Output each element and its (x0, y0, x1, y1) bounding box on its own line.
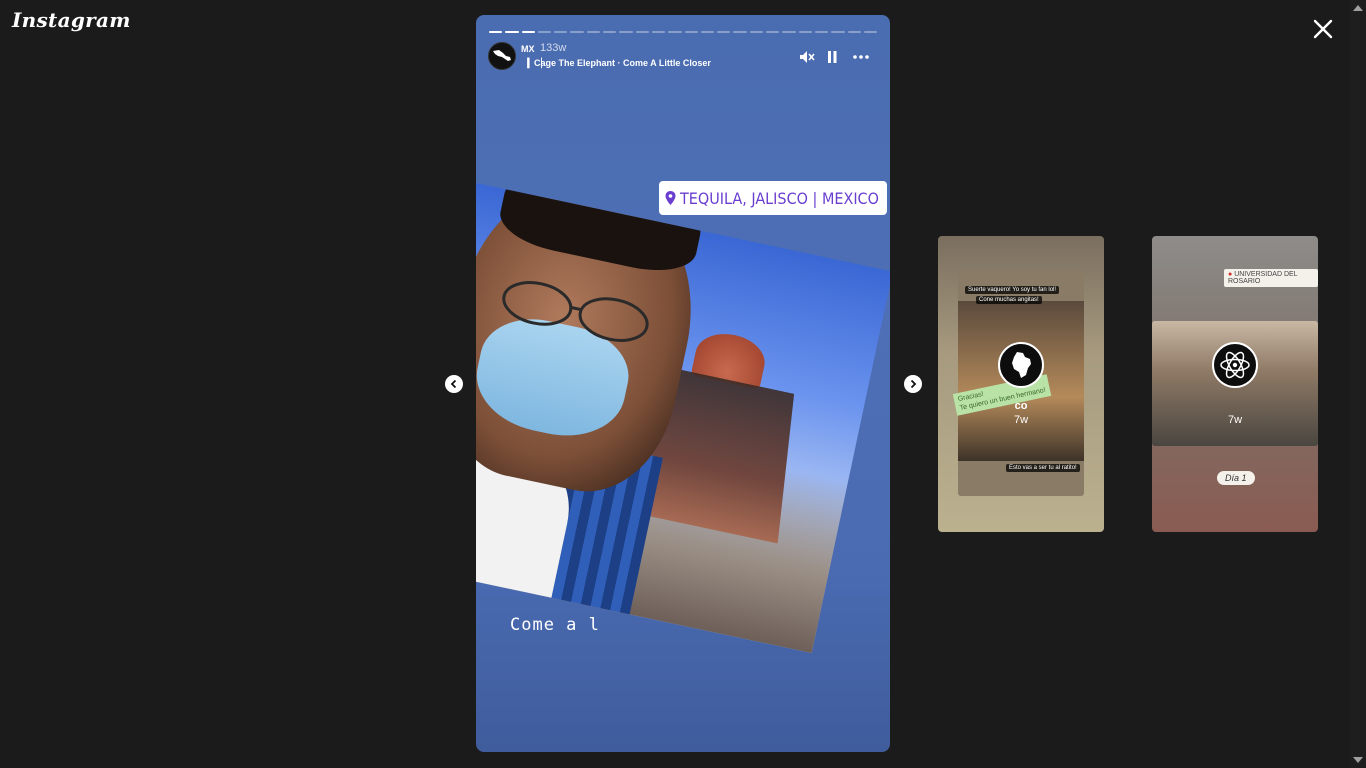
sticker-text-5: Esto vas a ser tu al ratito! (1006, 464, 1080, 472)
story-overlay-text: Come a l (510, 615, 600, 635)
progress-segment (863, 31, 878, 33)
scroll-down-arrow-icon[interactable] (1353, 757, 1363, 763)
sticker-text-2: Cone muchas angitas! (976, 296, 1042, 304)
story-username[interactable]: MX (521, 44, 535, 54)
progress-segment (766, 31, 780, 33)
story-viewer[interactable]: MX 133w ▕▎▕ Cage The Elephant · Come A L… (476, 15, 890, 752)
sticker-text-1: Suerte vaquero! Yo soy tu fan lol! (965, 286, 1060, 294)
caption-sticker: Día 1 (1217, 471, 1255, 485)
progress-segment (651, 31, 666, 33)
progress-segment (782, 31, 796, 33)
progress-segment (798, 31, 812, 33)
story-timestamp: 133w (540, 42, 567, 54)
previous-story-button[interactable] (445, 375, 463, 393)
mute-icon[interactable] (798, 48, 816, 66)
progress-segment (700, 31, 715, 33)
progress-segment (831, 31, 845, 33)
progress-segment (521, 31, 535, 33)
progress-segment (733, 31, 747, 33)
chevron-left-icon (450, 379, 457, 389)
location-label: UNIVERSIDAD DEL ROSARIO (1228, 271, 1298, 285)
close-icon[interactable] (1310, 16, 1336, 42)
location-label: TEQUILA, JALISCO | MEXICO (680, 188, 879, 208)
page-scrollbar[interactable] (1350, 0, 1366, 768)
progress-segment (505, 31, 519, 33)
location-pin-icon: ● (1228, 271, 1233, 278)
chevron-right-icon (910, 379, 917, 389)
story-preview-2[interactable]: ● UNIVERSIDAD DEL ROSARIO 7w Día 1 (1152, 236, 1318, 532)
progress-segment (749, 31, 764, 33)
scroll-up-arrow-icon[interactable] (1353, 5, 1363, 11)
preview-username: co (1014, 400, 1028, 412)
location-sticker: ● UNIVERSIDAD DEL ROSARIO (1224, 269, 1318, 287)
progress-segment (684, 31, 698, 33)
song-title[interactable]: Cage The Elephant · Come A Little Closer (534, 58, 711, 68)
progress-segment (586, 31, 601, 33)
progress-segment (635, 31, 649, 33)
atom-icon (1220, 351, 1250, 379)
story-preview-1[interactable]: Suerte vaquero! Yo soy tu fan lol! Cone … (938, 236, 1104, 532)
more-options-icon[interactable] (852, 48, 870, 66)
story-progress-bar (489, 31, 878, 33)
progress-segment (847, 31, 861, 33)
location-pin-icon (665, 191, 676, 205)
pause-icon[interactable] (823, 48, 841, 66)
mexico-map-icon (493, 50, 511, 61)
progress-segment (537, 31, 552, 33)
avatar (998, 342, 1044, 388)
progress-segment (668, 31, 682, 33)
next-story-button[interactable] (904, 375, 922, 393)
avatar (1212, 342, 1258, 388)
location-sticker[interactable]: TEQUILA, JALISCO | MEXICO (659, 181, 887, 215)
progress-segment (554, 31, 568, 33)
preview-timestamp: 7w (1227, 414, 1243, 426)
progress-segment (570, 31, 584, 33)
progress-segment (717, 31, 731, 33)
instagram-logo[interactable]: Instagram (12, 8, 131, 32)
colombia-map-icon (1012, 352, 1031, 378)
story-photo (476, 183, 890, 654)
progress-segment (603, 31, 617, 33)
story-header: MX 133w ▕▎▕ Cage The Elephant · Come A L… (488, 42, 878, 72)
avatar[interactable] (488, 42, 516, 70)
preview-timestamp: 7w (1013, 414, 1029, 426)
progress-segment (619, 31, 633, 33)
progress-segment (489, 31, 503, 33)
progress-segment (814, 31, 829, 33)
